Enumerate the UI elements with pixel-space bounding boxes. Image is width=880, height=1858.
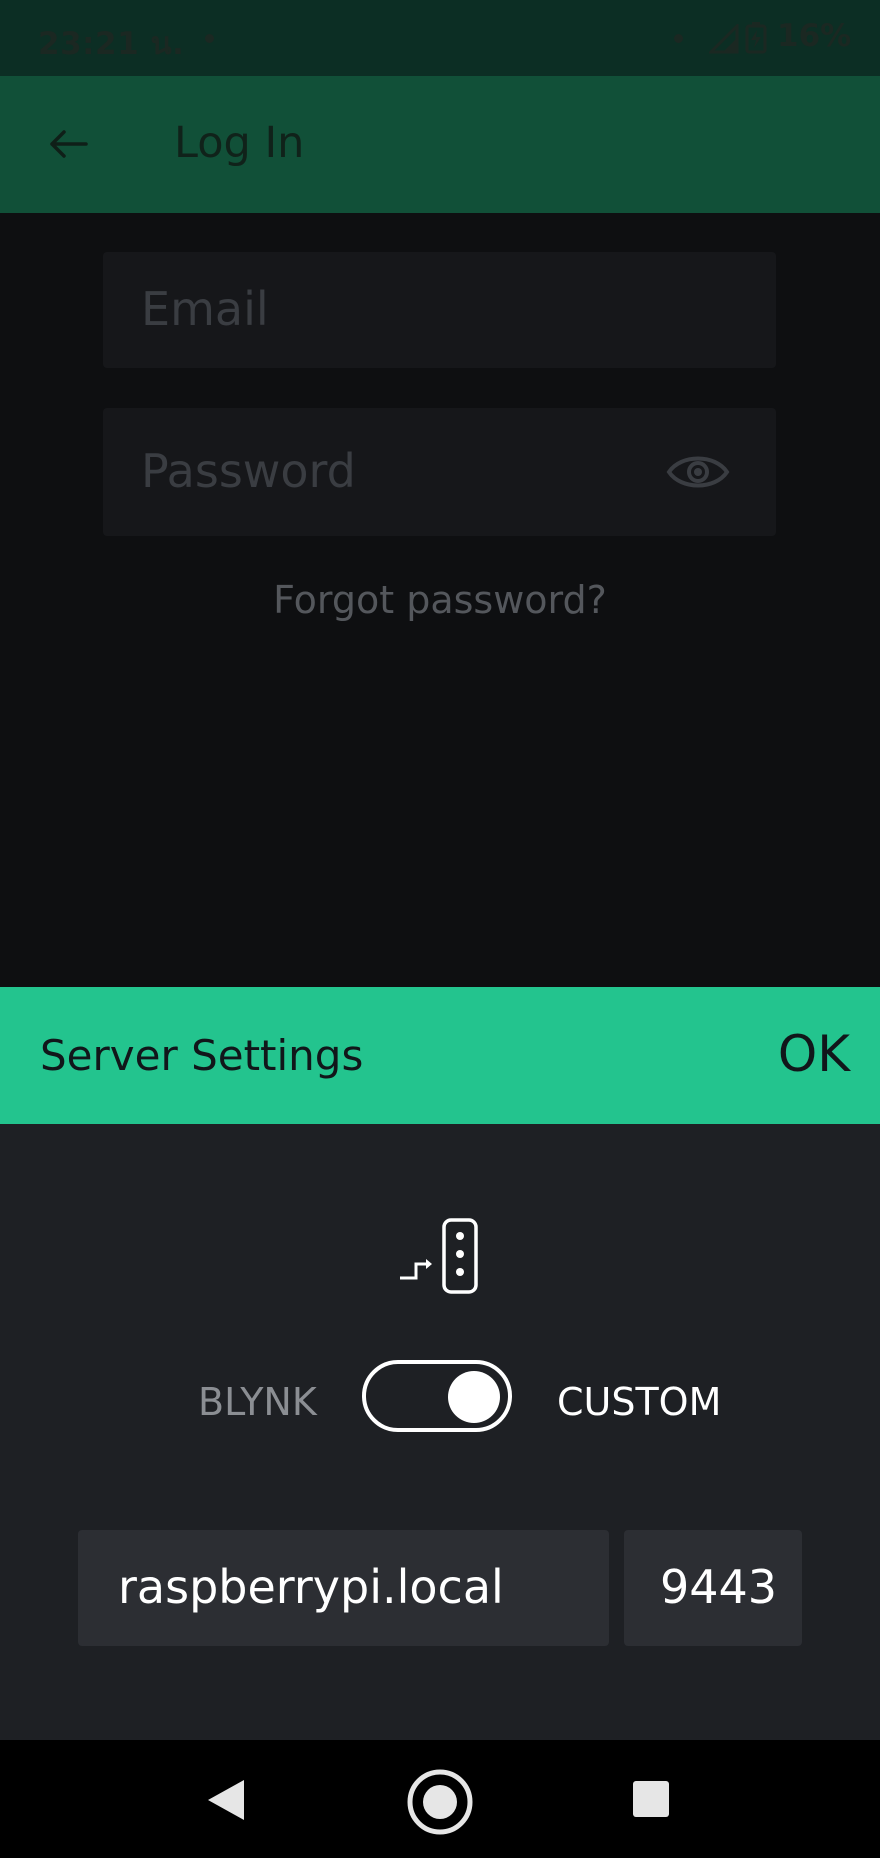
status-time: 23:21 น. (38, 26, 185, 62)
app-bar: Log In (0, 76, 880, 213)
forgot-password-link[interactable]: Forgot password? (0, 578, 880, 622)
server-host-value: raspberrypi.local (118, 1560, 504, 1614)
password-field[interactable]: Password (103, 408, 776, 536)
server-host-input[interactable]: raspberrypi.local (78, 1530, 609, 1646)
server-settings-panel: BLYNK CUSTOM raspberrypi.local 9443 (0, 1124, 880, 1740)
server-settings-header: Server Settings OK (0, 987, 880, 1124)
email-field[interactable]: Email (103, 252, 776, 368)
server-connection-icon (400, 1218, 478, 1294)
server-port-value: 9443 (660, 1560, 778, 1614)
eye-icon[interactable] (665, 448, 731, 496)
battery-charging-icon (745, 22, 767, 54)
battery-percent: 16% (777, 18, 852, 54)
server-port-input[interactable]: 9443 (624, 1530, 802, 1646)
navigation-bar (0, 1740, 880, 1858)
status-bar: 23:21 น. 16% (0, 0, 880, 76)
notification-dot-icon (205, 34, 214, 43)
email-placeholder: Email (141, 282, 269, 336)
page-title: Log In (174, 118, 305, 168)
notification-dot-icon (674, 34, 683, 43)
server-type-toggle[interactable] (362, 1360, 512, 1432)
toggle-knob (448, 1371, 500, 1423)
recents-square-icon[interactable] (632, 1780, 670, 1818)
ok-button[interactable]: OK (778, 1025, 850, 1083)
custom-label: CUSTOM (557, 1380, 722, 1424)
server-toggle-row: BLYNK CUSTOM (0, 1360, 880, 1440)
back-triangle-icon[interactable] (206, 1778, 246, 1822)
password-placeholder: Password (141, 444, 356, 498)
blynk-label: BLYNK (198, 1380, 317, 1424)
home-circle-icon[interactable] (406, 1768, 474, 1836)
server-settings-title: Server Settings (40, 1031, 364, 1080)
arrow-left-icon[interactable] (46, 122, 90, 166)
signal-icon (709, 24, 739, 54)
